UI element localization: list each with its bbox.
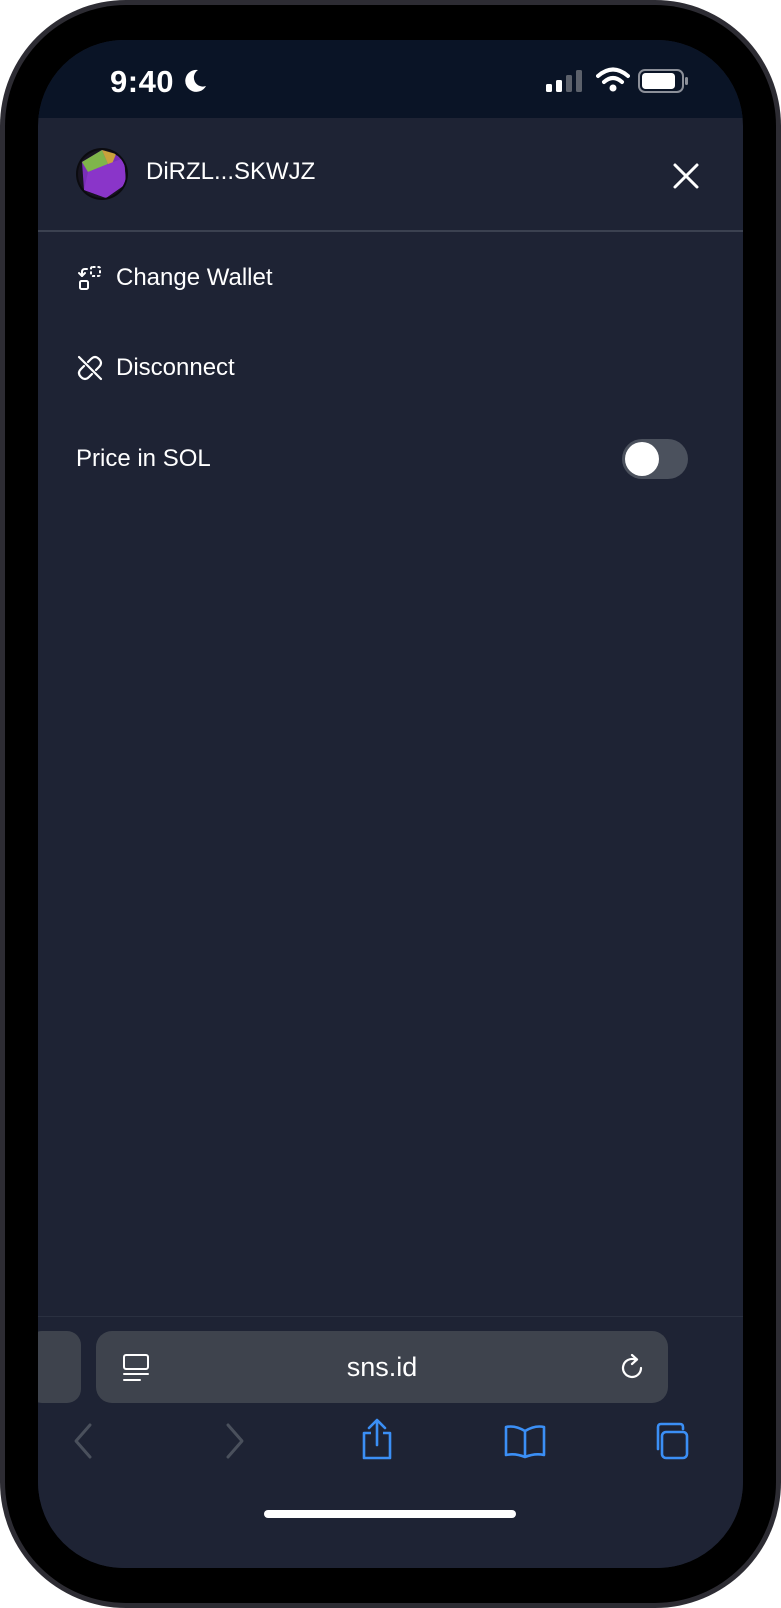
url-text: sns.id: [346, 1352, 418, 1382]
wifi-icon: [596, 67, 630, 92]
change-wallet-label: Change Wallet: [116, 264, 273, 291]
book-icon[interactable]: [503, 1423, 547, 1459]
home-indicator[interactable]: [264, 1510, 516, 1518]
price-in-sol-label: Price in SOL: [76, 445, 211, 472]
avatar[interactable]: [76, 148, 128, 200]
disconnect-button[interactable]: Disconnect: [76, 348, 376, 388]
address-bar[interactable]: sns.id: [96, 1331, 668, 1403]
browser-toolbar: sns.id: [38, 1316, 743, 1568]
unlink-icon: [77, 355, 103, 381]
wallet-header: DiRZL...SKWJZ: [38, 118, 743, 232]
status-bar: 9:40: [38, 40, 743, 118]
price-in-sol-toggle[interactable]: [622, 439, 688, 479]
close-icon[interactable]: [672, 162, 700, 190]
chevron-left-icon[interactable]: [72, 1421, 96, 1461]
disconnect-label: Disconnect: [116, 354, 235, 381]
change-wallet-button[interactable]: Change Wallet: [76, 258, 376, 298]
wallet-address: DiRZL...SKWJZ: [146, 158, 316, 185]
phone-frame: 9:40 DiRZL...SKWJZ Change Wallet Disconn…: [0, 0, 781, 1608]
screen: 9:40 DiRZL...SKWJZ Change Wallet Disconn…: [38, 40, 743, 1568]
share-icon[interactable]: [359, 1417, 395, 1461]
signal-icon: [546, 70, 582, 92]
battery-icon: [638, 69, 688, 93]
change-wallet-icon: [78, 266, 101, 290]
previous-tab[interactable]: [38, 1331, 81, 1403]
toggle-knob: [625, 442, 659, 476]
status-time: 9:40: [110, 64, 175, 99]
moon-icon: [185, 69, 206, 92]
price-in-sol-row: Price in SOL: [76, 437, 688, 481]
reload-icon[interactable]: [618, 1353, 646, 1383]
tabs-icon[interactable]: [650, 1421, 690, 1461]
chevron-right-icon[interactable]: [222, 1421, 246, 1461]
